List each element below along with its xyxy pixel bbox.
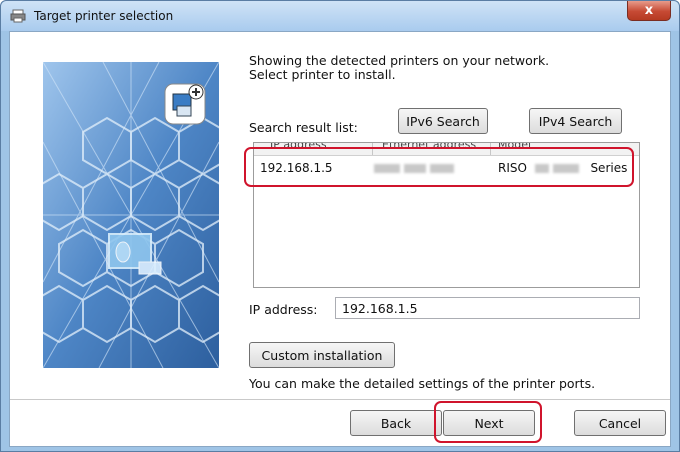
ipv4-search-button[interactable]: IPv4 Search (529, 108, 622, 134)
printer-ethernet-redacted (374, 161, 454, 175)
printer-result-list[interactable]: IP address Ethernet address Model 192.16… (253, 142, 640, 288)
ip-address-input[interactable]: 192.168.1.5 (335, 297, 640, 319)
instruction-line-2: Select printer to install. (249, 67, 396, 82)
printer-icon (10, 9, 26, 23)
dialog-body: Showing the detected printers on your ne… (9, 31, 671, 447)
ipv6-search-button[interactable]: IPv6 Search (398, 108, 488, 134)
custom-installation-description: You can make the detailed settings of th… (249, 376, 596, 391)
instruction-text: Showing the detected printers on your ne… (249, 54, 549, 82)
title-bar[interactable]: Target printer selection x (1, 1, 679, 31)
window-title: Target printer selection (34, 9, 174, 23)
cancel-button[interactable]: Cancel (574, 410, 666, 436)
ip-address-label: IP address: (249, 302, 318, 317)
column-divider[interactable] (490, 143, 491, 155)
custom-installation-button[interactable]: Custom installation (249, 342, 395, 368)
search-result-label: Search result list: (249, 120, 358, 135)
printer-model-prefix: RISO (498, 161, 527, 175)
printer-model: RISO Series (498, 161, 627, 175)
printer-ip: 192.168.1.5 (260, 161, 333, 175)
instruction-line-1: Showing the detected printers on your ne… (249, 53, 550, 68)
installer-illustration (43, 62, 219, 368)
footer-divider (10, 399, 670, 400)
column-ethernet-address[interactable]: Ethernet address (382, 143, 476, 151)
column-model[interactable]: Model (498, 143, 531, 151)
column-divider[interactable] (372, 143, 373, 155)
installer-badge-icon (164, 83, 206, 125)
column-ip-address[interactable]: IP address (270, 143, 327, 151)
list-header: IP address Ethernet address Model (254, 143, 639, 156)
printer-model-suffix: Series (590, 161, 628, 175)
dialog-window: Target printer selection x Showing the d… (0, 0, 680, 452)
next-button[interactable]: Next (443, 410, 535, 436)
back-button[interactable]: Back (350, 410, 442, 436)
close-button[interactable]: x (627, 1, 671, 21)
